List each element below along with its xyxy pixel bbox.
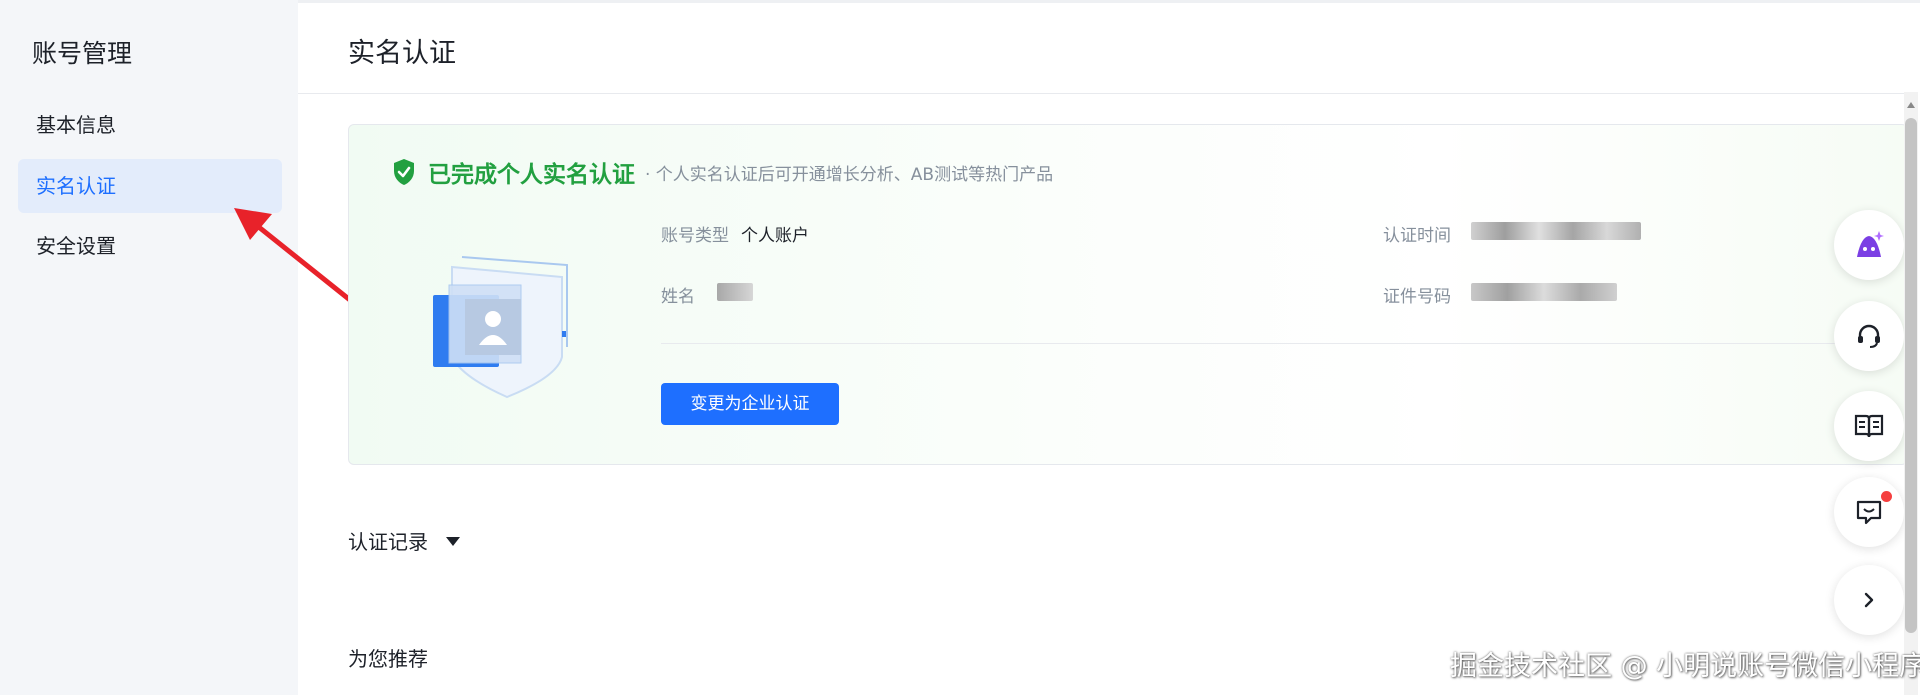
auth-records-toggle[interactable]: 认证记录 bbox=[348, 526, 460, 555]
page-title: 实名认证 bbox=[348, 38, 456, 69]
ai-assistant-button[interactable] bbox=[1834, 210, 1904, 280]
verification-title: 已完成个人实名认证 bbox=[428, 162, 635, 188]
auth-time-value-redacted bbox=[1471, 222, 1641, 240]
app-root: 账号管理 基本信息 实名认证 安全设置 实名认证 已完成个人实名认证 · 个人实… bbox=[0, 0, 1920, 695]
name-value-redacted bbox=[717, 283, 753, 301]
verification-status: 已完成个人实名认证 · 个人实名认证后可开通增长分析、AB测试等热门产品 bbox=[392, 155, 1053, 189]
watermark: 掘金技术社区 @ 小明说账号微信小程序 bbox=[1450, 651, 1920, 682]
card-divider bbox=[661, 343, 1891, 344]
caret-down-icon bbox=[446, 537, 460, 546]
customer-service-button[interactable] bbox=[1834, 301, 1904, 371]
chevron-right-icon bbox=[1864, 592, 1874, 608]
auth-records-label: 认证记录 bbox=[348, 530, 428, 554]
switch-to-enterprise-button[interactable]: 变更为企业认证 bbox=[661, 383, 839, 425]
id-number-label: 证件号码 bbox=[1383, 287, 1451, 307]
book-icon bbox=[1854, 414, 1884, 438]
title-divider bbox=[298, 93, 1918, 94]
account-type-label: 账号类型 bbox=[661, 226, 729, 246]
sidebar-title: 账号管理 bbox=[32, 39, 133, 68]
name-label: 姓名 bbox=[661, 287, 695, 307]
headset-icon bbox=[1858, 324, 1880, 348]
verification-note: · 个人实名认证后可开通增长分析、AB测试等热门产品 bbox=[645, 164, 1054, 185]
recommend-heading: 为您推荐 bbox=[348, 647, 428, 671]
shield-check-icon bbox=[394, 159, 414, 185]
scroll-up-arrow-icon[interactable] bbox=[1907, 102, 1915, 108]
verification-card: 已完成个人实名认证 · 个人实名认证后可开通增长分析、AB测试等热门产品 账号类… bbox=[348, 124, 1908, 465]
scrollbar-thumb[interactable] bbox=[1905, 118, 1917, 633]
collapse-panel-button[interactable] bbox=[1834, 565, 1904, 635]
notification-badge bbox=[1881, 491, 1892, 502]
account-type-value: 个人账户 bbox=[741, 226, 809, 246]
ai-assistant-icon bbox=[1857, 231, 1884, 257]
auth-time-label: 认证时间 bbox=[1383, 226, 1451, 246]
docs-button[interactable] bbox=[1834, 391, 1904, 461]
main-content: 实名认证 已完成个人实名认证 · 个人实名认证后可开通增长分析、AB测试等热门产… bbox=[298, 0, 1920, 695]
id-number-value-redacted bbox=[1471, 283, 1617, 301]
feedback-icon bbox=[1856, 500, 1882, 525]
sidebar-item-basic-info[interactable]: 基本信息 bbox=[18, 98, 282, 152]
feedback-button[interactable] bbox=[1834, 477, 1904, 547]
sidebar: 账号管理 基本信息 实名认证 安全设置 bbox=[0, 0, 298, 695]
id-card-illustration bbox=[433, 256, 568, 399]
